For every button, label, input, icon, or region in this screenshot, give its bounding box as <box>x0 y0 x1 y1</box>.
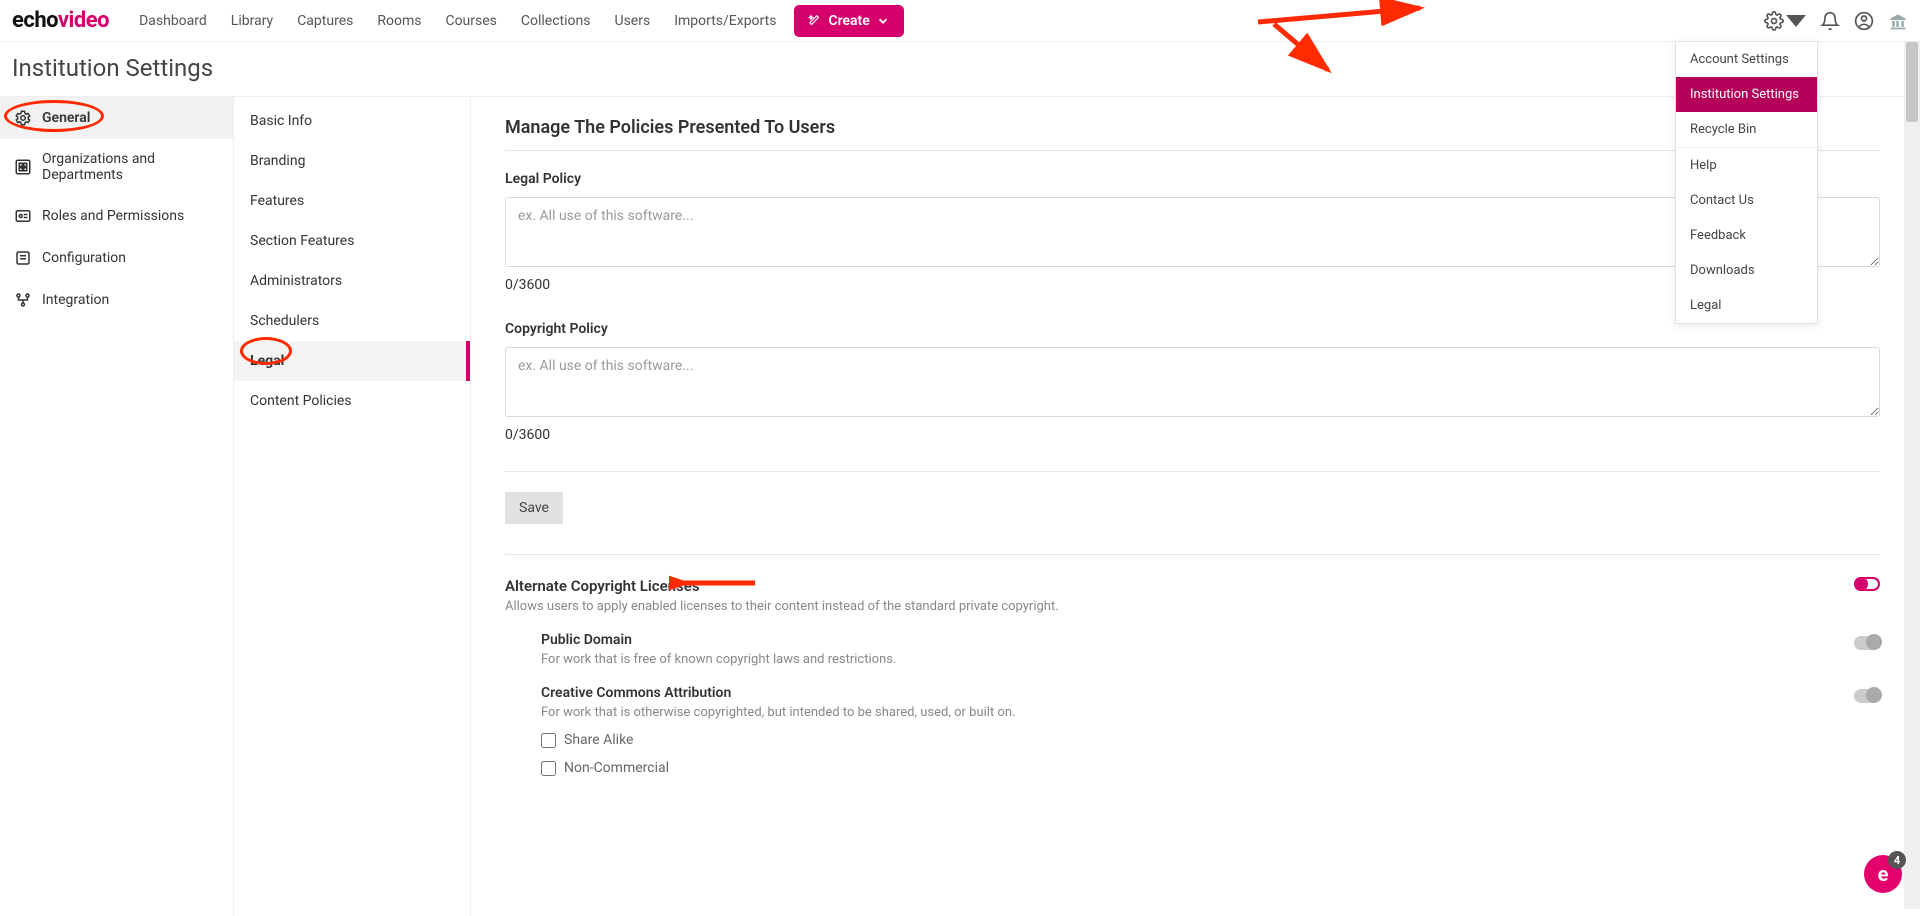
divider <box>505 150 1880 151</box>
nav-courses[interactable]: Courses <box>435 5 506 37</box>
sidebar-middle: Basic Info Branding Features Section Fea… <box>234 97 471 916</box>
save-button[interactable]: Save <box>505 492 563 524</box>
subnav-legal[interactable]: Legal <box>234 341 470 381</box>
alt-licenses-title: Alternate Copyright Licenses <box>505 577 1059 595</box>
content-heading: Manage The Policies Presented To Users <box>505 117 1880 138</box>
nav-library[interactable]: Library <box>221 5 283 37</box>
settings-gear-dropdown[interactable] <box>1764 11 1806 31</box>
account-button[interactable] <box>1854 11 1874 31</box>
license-title: Public Domain <box>541 632 1880 648</box>
logo-part-1: echo <box>12 8 58 33</box>
sidebar-left: General Organizations and Departments Ro… <box>0 97 234 916</box>
dropdown-recycle-bin[interactable]: Recycle Bin <box>1676 112 1817 147</box>
legal-policy-counter: 0/3600 <box>505 277 1880 293</box>
license-toggle-cc[interactable] <box>1854 689 1880 703</box>
create-label: Create <box>828 13 869 29</box>
checkbox-label: Non-Commercial <box>564 760 669 776</box>
sidebar-item-configuration[interactable]: Configuration <box>0 237 233 279</box>
create-button[interactable]: Create <box>794 5 903 37</box>
logo[interactable]: echovideo <box>12 8 109 33</box>
copyright-policy-textarea[interactable] <box>505 347 1880 417</box>
subnav-schedulers[interactable]: Schedulers <box>234 301 470 341</box>
subnav-branding[interactable]: Branding <box>234 141 470 181</box>
license-cc-attribution: Creative Commons Attribution For work th… <box>541 685 1880 776</box>
subnav-features[interactable]: Features <box>234 181 470 221</box>
chevron-down-icon <box>876 14 890 28</box>
divider <box>505 471 1880 472</box>
legal-policy-label: Legal Policy <box>505 171 1880 187</box>
institution-button[interactable] <box>1888 11 1908 31</box>
config-icon <box>14 249 32 267</box>
institution-icon <box>1888 11 1908 31</box>
nav-imports-exports[interactable]: Imports/Exports <box>664 5 786 37</box>
nav-collections[interactable]: Collections <box>511 5 601 37</box>
subnav-administrators[interactable]: Administrators <box>234 261 470 301</box>
layout: General Organizations and Departments Ro… <box>0 97 1920 916</box>
gear-icon <box>14 109 32 127</box>
user-circle-icon <box>1854 11 1874 31</box>
license-desc: For work that is otherwise copyrighted, … <box>541 705 1880 720</box>
sidebar-item-integration[interactable]: Integration <box>0 279 233 321</box>
dropdown-institution-settings[interactable]: Institution Settings <box>1676 77 1817 112</box>
topbar: echovideo Dashboard Library Captures Roo… <box>0 0 1920 42</box>
roles-icon <box>14 207 32 225</box>
dropdown-feedback[interactable]: Feedback <box>1676 218 1817 253</box>
sidebar-item-orgs-depts[interactable]: Organizations and Departments <box>0 139 233 195</box>
sidebar-label: Integration <box>42 292 109 308</box>
copyright-policy-counter: 0/3600 <box>505 427 1880 443</box>
subnav-basic-info[interactable]: Basic Info <box>234 101 470 141</box>
copyright-policy-label: Copyright Policy <box>505 321 1880 337</box>
checkbox-share-alike[interactable] <box>541 733 556 748</box>
page-scrollbar[interactable] <box>1904 42 1920 909</box>
sidebar-item-roles-perms[interactable]: Roles and Permissions <box>0 195 233 237</box>
fab-letter: e <box>1878 862 1889 886</box>
license-public-domain: Public Domain For work that is free of k… <box>541 632 1880 667</box>
dropdown-help[interactable]: Help <box>1676 148 1817 183</box>
dropdown-downloads[interactable]: Downloads <box>1676 253 1817 288</box>
org-icon <box>14 158 32 176</box>
sidebar-label: General <box>42 110 90 126</box>
sidebar-item-general[interactable]: General <box>0 97 233 139</box>
nav-captures[interactable]: Captures <box>287 5 363 37</box>
page-title-bar: Institution Settings <box>0 42 1920 97</box>
notifications-button[interactable] <box>1820 11 1840 31</box>
fab-badge: 4 <box>1888 851 1906 869</box>
gear-icon <box>1764 11 1784 31</box>
topbar-right: Account Settings Institution Settings Re… <box>1764 11 1908 31</box>
checkbox-label: Share Alike <box>564 732 633 748</box>
dropdown-contact-us[interactable]: Contact Us <box>1676 183 1817 218</box>
wand-icon <box>808 14 822 28</box>
nav-dashboard[interactable]: Dashboard <box>129 5 217 37</box>
sidebar-label: Organizations and Departments <box>42 151 219 183</box>
alt-licenses-desc: Allows users to apply enabled licenses t… <box>505 599 1059 614</box>
checkbox-non-commercial[interactable] <box>541 761 556 776</box>
scrollbar-thumb[interactable] <box>1906 42 1918 122</box>
license-title: Creative Commons Attribution <box>541 685 1880 701</box>
license-toggle-public-domain[interactable] <box>1854 636 1880 650</box>
license-desc: For work that is free of known copyright… <box>541 652 1880 667</box>
settings-dropdown: Account Settings Institution Settings Re… <box>1675 41 1818 324</box>
legal-policy-textarea[interactable] <box>505 197 1880 267</box>
caret-down-icon <box>1786 11 1806 31</box>
subnav-content-policies[interactable]: Content Policies <box>234 381 470 421</box>
alt-licenses-toggle[interactable] <box>1854 577 1880 591</box>
nav-users[interactable]: Users <box>604 5 660 37</box>
nav-rooms[interactable]: Rooms <box>367 5 431 37</box>
page-title: Institution Settings <box>12 54 1908 82</box>
integration-icon <box>14 291 32 309</box>
alt-licenses-section: Alternate Copyright Licenses Allows user… <box>505 554 1880 776</box>
sidebar-label: Configuration <box>42 250 126 266</box>
help-fab[interactable]: e 4 <box>1864 855 1902 893</box>
dropdown-legal[interactable]: Legal <box>1676 288 1817 323</box>
subnav-section-features[interactable]: Section Features <box>234 221 470 261</box>
top-nav: Dashboard Library Captures Rooms Courses… <box>129 5 786 37</box>
dropdown-account-settings[interactable]: Account Settings <box>1676 42 1817 77</box>
sidebar-label: Roles and Permissions <box>42 208 184 224</box>
bell-icon <box>1820 11 1840 31</box>
logo-part-2: video <box>58 8 109 33</box>
